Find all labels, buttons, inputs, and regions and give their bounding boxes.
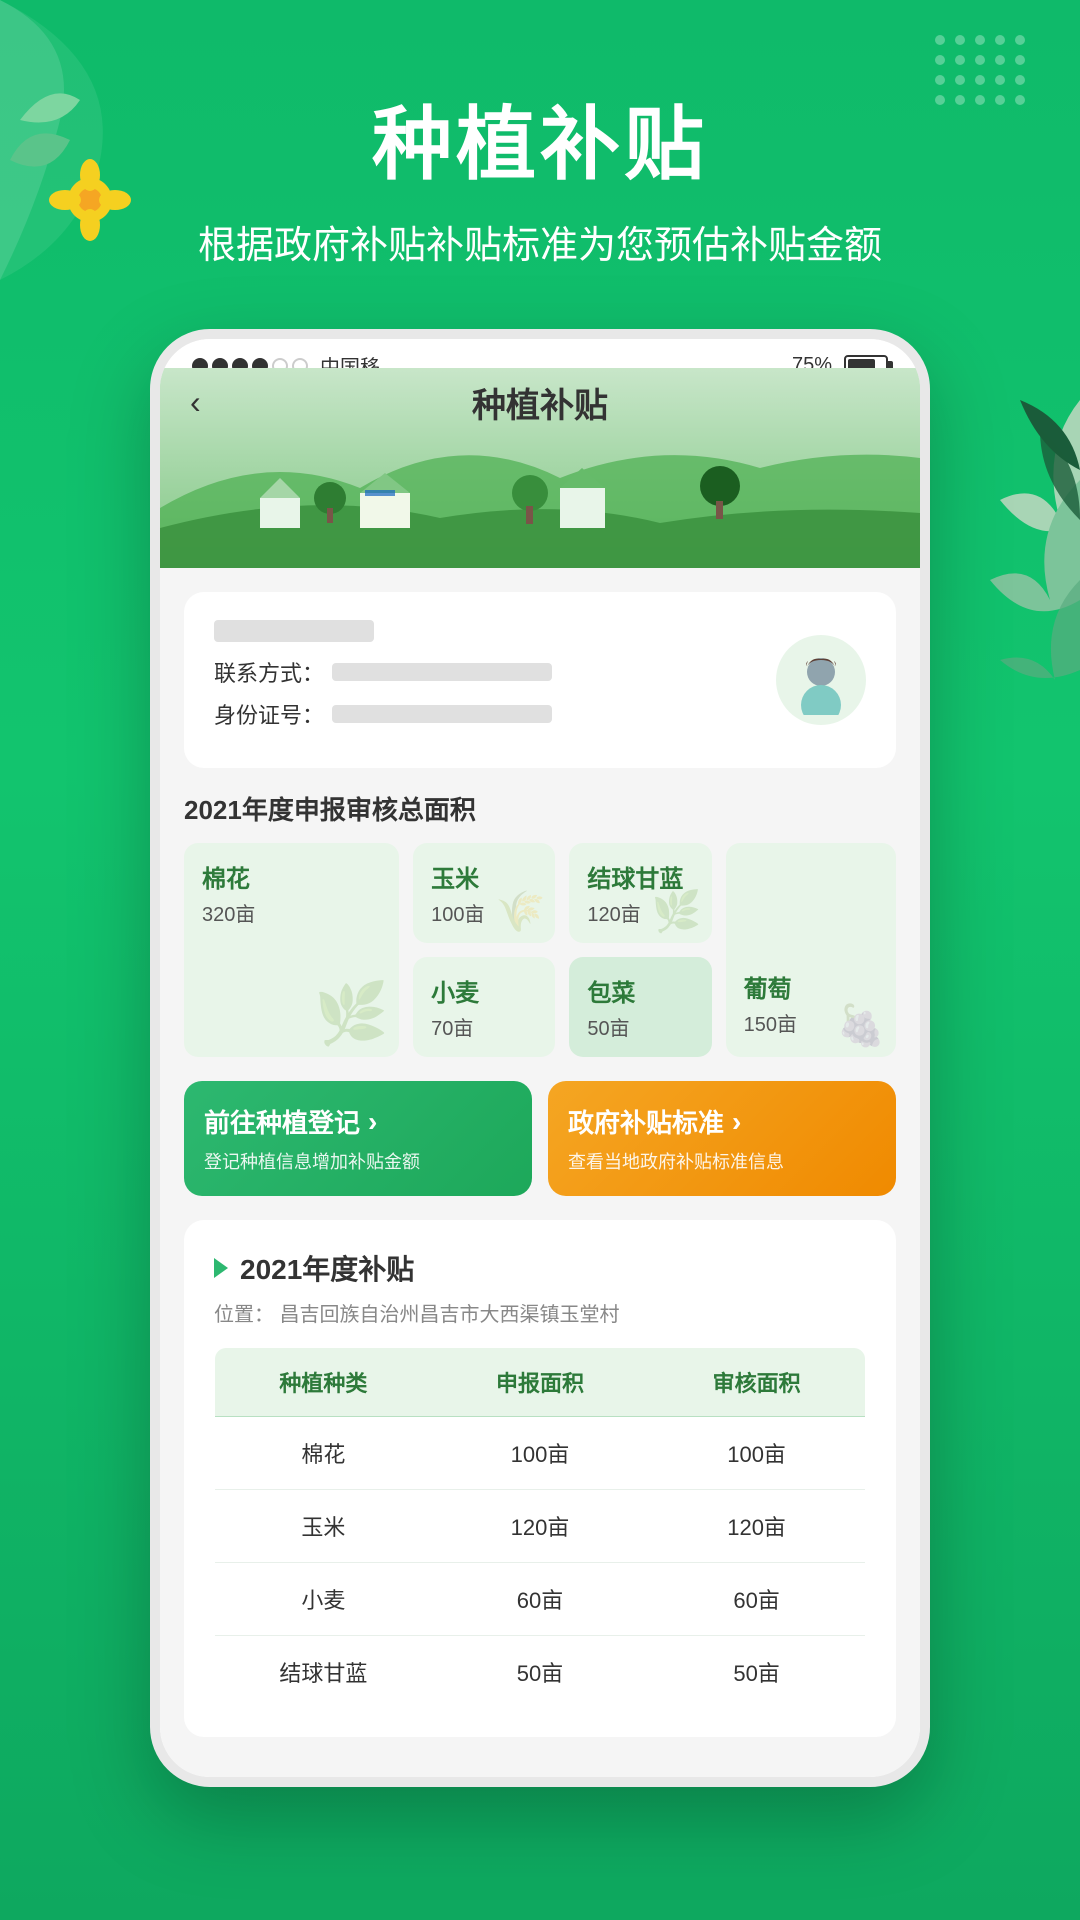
register-button[interactable]: 前往种植登记 › 登记种植信息增加补贴金额	[184, 1081, 532, 1196]
subsidy-header: 2021年度补贴	[214, 1248, 866, 1288]
user-name-blurred	[214, 620, 374, 642]
crop-name-cotton: 棉花	[202, 859, 381, 894]
page-subtitle: 根据政府补贴补贴标准为您预估补贴金额	[0, 214, 1080, 269]
action-buttons: 前往种植登记 › 登记种植信息增加补贴金额 政府补贴标准 › 查看当地政府补贴标…	[184, 1081, 896, 1196]
id-label: 身份证号：	[214, 698, 324, 730]
contact-label: 联系方式：	[214, 656, 324, 688]
table-row: 玉米120亩120亩	[215, 1490, 866, 1563]
cell-reported: 50亩	[432, 1636, 648, 1709]
contact-row: 联系方式：	[214, 656, 776, 688]
subsidy-table: 种植种类 申报面积 审核面积 棉花100亩100亩玉米120亩120亩小麦60亩…	[214, 1347, 866, 1709]
table-row: 棉花100亩100亩	[215, 1417, 866, 1490]
user-card: 联系方式： 身份证号：	[184, 592, 896, 768]
register-title: 前往种植登记 ›	[204, 1103, 512, 1140]
app-content: 联系方式： 身份证号：	[160, 568, 920, 1777]
app-navbar: ‹ 种植补贴	[160, 368, 920, 441]
cell-crop: 玉米	[215, 1490, 432, 1563]
col-header-reported: 申报面积	[432, 1348, 648, 1417]
crop-grid-right: 玉米 100亩 🌾 结球甘蓝 120亩 🌿 小麦 70亩 包菜	[413, 843, 712, 1057]
subsidy-subtitle: 查看当地政府补贴标准信息	[568, 1148, 876, 1174]
phone-mockup: 中国移 75%	[150, 329, 930, 1787]
location-label: 位置：	[214, 1304, 274, 1326]
col-header-audited: 审核面积	[648, 1348, 865, 1417]
crop-card-wheat: 小麦 70亩	[413, 957, 555, 1057]
cell-audited: 60亩	[648, 1563, 865, 1636]
subsidy-location: 位置： 昌吉回族自治州昌吉市大西渠镇玉堂村	[214, 1298, 866, 1327]
user-info: 联系方式： 身份证号：	[214, 620, 776, 740]
crop-icon-cabbage: 🌿	[652, 888, 702, 935]
id-row: 身份证号：	[214, 698, 776, 730]
crop-area-cotton: 320亩	[202, 898, 381, 927]
crop-card-cabbage: 结球甘蓝 120亩 🌿	[569, 843, 711, 943]
crop-name-grape: 葡萄	[744, 969, 878, 1004]
cell-audited: 50亩	[648, 1636, 865, 1709]
cell-reported: 120亩	[432, 1490, 648, 1563]
col-header-crop: 种植种类	[215, 1348, 432, 1417]
crop-name-pakchoi: 包菜	[587, 973, 693, 1008]
table-row: 小麦60亩60亩	[215, 1563, 866, 1636]
triangle-icon	[214, 1258, 228, 1278]
crop-card-corn: 玉米 100亩 🌾	[413, 843, 555, 943]
register-subtitle: 登记种植信息增加补贴金额	[204, 1148, 512, 1174]
subsidy-title-text: 2021年度补贴	[240, 1248, 414, 1288]
phone-screen: 中国移 75%	[150, 329, 930, 1787]
crop-area-pakchoi: 50亩	[587, 1012, 693, 1041]
crop-card-cotton: 棉花 320亩 🌿	[184, 843, 399, 1057]
page-header: 种植补贴 根据政府补贴补贴标准为您预估补贴金额	[0, 0, 1080, 269]
crop-icon-grape: 🍇	[836, 1002, 886, 1049]
crop-card-grape: 葡萄 150亩 🍇	[726, 843, 896, 1057]
cell-audited: 120亩	[648, 1490, 865, 1563]
crop-card-pakchoi: 包菜 50亩	[569, 957, 711, 1057]
crop-section-title: 2021年度申报审核总面积	[184, 790, 896, 827]
subsidy-title: 政府补贴标准 ›	[568, 1103, 876, 1140]
leaves-decoration-right	[940, 400, 1080, 705]
cell-reported: 60亩	[432, 1563, 648, 1636]
cell-crop: 结球甘蓝	[215, 1636, 432, 1709]
crop-icon-cotton: 🌿	[314, 978, 389, 1049]
crop-name-wheat: 小麦	[431, 973, 537, 1008]
location-value: 昌吉回族自治州昌吉市大西渠镇玉堂村	[280, 1304, 620, 1326]
hero-banner: ‹ 种植补贴	[160, 368, 920, 568]
crop-grid: 棉花 320亩 🌿 玉米 100亩 🌾 结球甘蓝 120亩 🌿	[184, 843, 896, 1057]
subsidy-section: 2021年度补贴 位置： 昌吉回族自治州昌吉市大西渠镇玉堂村 种植种类 申报面积…	[184, 1220, 896, 1737]
cell-crop: 棉花	[215, 1417, 432, 1490]
cell-reported: 100亩	[432, 1417, 648, 1490]
id-value-blurred	[332, 705, 552, 723]
page-title: 种植补贴	[0, 80, 1080, 196]
contact-value-blurred	[332, 663, 552, 681]
subsidy-standard-button[interactable]: 政府补贴标准 › 查看当地政府补贴标准信息	[548, 1081, 896, 1196]
back-button[interactable]: ‹	[190, 384, 201, 421]
crop-area-wheat: 70亩	[431, 1012, 537, 1041]
crop-icon-corn: 🌾	[496, 888, 546, 935]
cell-audited: 100亩	[648, 1417, 865, 1490]
cell-crop: 小麦	[215, 1563, 432, 1636]
user-avatar	[776, 635, 866, 725]
table-row: 结球甘蓝50亩50亩	[215, 1636, 866, 1709]
nav-title: 种植补贴	[472, 378, 608, 427]
